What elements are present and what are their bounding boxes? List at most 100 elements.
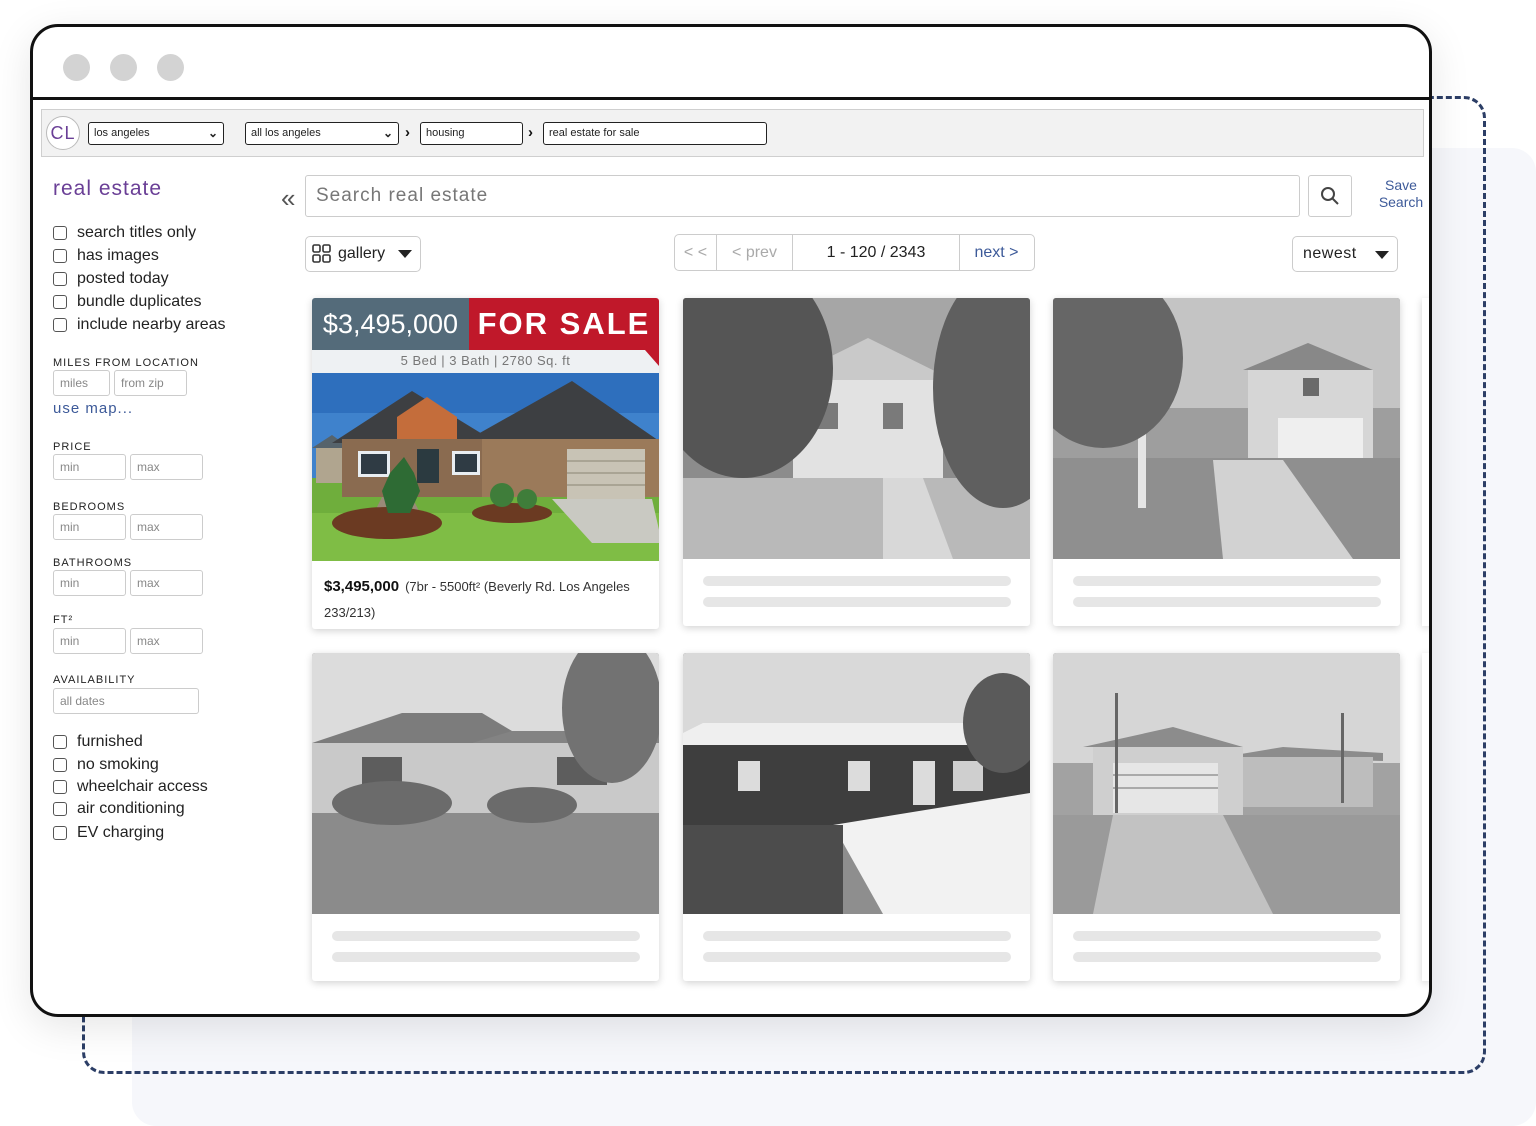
listing-photo[interactable]	[1053, 653, 1400, 914]
checkbox[interactable]	[53, 735, 67, 749]
sqft-label: FT²	[53, 614, 74, 626]
first-page-button[interactable]: < <	[675, 235, 717, 270]
collapse-sidebar-icon[interactable]: «	[281, 183, 295, 214]
city-select[interactable]: los angeles ⌄	[88, 122, 224, 145]
listing-photo[interactable]	[312, 373, 659, 561]
placeholder-line	[1073, 931, 1381, 941]
placeholder-line	[1073, 597, 1381, 607]
grid-icon	[312, 244, 331, 263]
checkbox[interactable]	[53, 802, 67, 816]
chevron-right-icon: ›	[528, 124, 533, 141]
checkbox[interactable]	[53, 272, 67, 286]
listing-photo[interactable]	[1053, 298, 1400, 559]
listing-photo[interactable]	[683, 653, 1030, 914]
listing-caption[interactable]: $3,495,000 (7br - 5500ft² (Beverly Rd. Lo…	[324, 574, 654, 626]
option-bundle-duplicates[interactable]: bundle duplicates	[53, 293, 202, 311]
checkbox[interactable]	[53, 249, 67, 263]
category-crumb[interactable]: housing	[420, 122, 523, 145]
house-photo-image	[1053, 298, 1400, 559]
window-titlebar	[33, 27, 1429, 100]
miles-input[interactable]: miles	[53, 370, 110, 396]
price-min-input[interactable]: min	[53, 454, 126, 480]
area-select[interactable]: all los angeles ⌄	[245, 122, 399, 145]
option-no-smoking[interactable]: no smoking	[53, 756, 159, 774]
price-max-input[interactable]: max	[130, 454, 203, 480]
bathrooms-max-input[interactable]: max	[130, 570, 203, 596]
bathrooms-min-input[interactable]: min	[53, 570, 126, 596]
ribbon-tab	[631, 350, 659, 366]
placeholder-line	[703, 576, 1011, 586]
listing-photo[interactable]	[683, 298, 1030, 559]
listing-card[interactable]	[683, 298, 1030, 626]
listing-card[interactable]	[1053, 653, 1400, 981]
sort-select[interactable]: newest	[1292, 236, 1398, 272]
placeholder-line	[332, 931, 640, 941]
window-dot-minimize[interactable]	[110, 54, 137, 81]
sqft-min-input[interactable]: min	[53, 628, 126, 654]
save-search-button[interactable]: Save Search	[1371, 177, 1429, 211]
caret-down-icon	[1375, 251, 1389, 259]
bedrooms-min-input[interactable]: min	[53, 514, 126, 540]
listing-photo[interactable]	[312, 653, 659, 914]
listing-card-peek[interactable]	[1422, 653, 1429, 981]
chevron-right-icon: ›	[405, 124, 410, 141]
placeholder-line	[703, 931, 1011, 941]
caret-down-icon	[398, 250, 412, 258]
browser-window: CL los angeles ⌄ all los angeles ⌄ › housi…	[30, 24, 1432, 1017]
banner-price: $3,495,000	[312, 298, 469, 350]
listing-banner: $3,495,000 FOR SALE	[312, 298, 659, 350]
window-dot-maximize[interactable]	[157, 54, 184, 81]
search-input[interactable]: Search real estate	[305, 175, 1300, 217]
checkbox[interactable]	[53, 226, 67, 240]
placeholder-line	[703, 952, 1011, 962]
placeholder-line	[332, 952, 640, 962]
zip-input[interactable]: from zip	[114, 370, 187, 396]
listing-card-peek[interactable]	[1422, 298, 1429, 626]
bedrooms-max-input[interactable]: max	[130, 514, 203, 540]
checkbox[interactable]	[53, 780, 67, 794]
listing-card[interactable]	[683, 653, 1030, 981]
sidebar-title: real estate	[53, 177, 163, 200]
house-photo-image	[683, 653, 1030, 914]
view-mode-select[interactable]: gallery	[305, 236, 421, 272]
use-map-link[interactable]: use map...	[53, 400, 133, 417]
house-photo-image	[312, 653, 659, 914]
listing-card-featured[interactable]: $3,495,000 FOR SALE 5 Bed | 3 Bath | 278…	[312, 298, 659, 629]
checkbox[interactable]	[53, 295, 67, 309]
checkbox[interactable]	[53, 826, 67, 840]
prev-page-button[interactable]: < prev	[717, 235, 793, 270]
option-nearby-areas[interactable]: include nearby areas	[53, 316, 226, 334]
option-has-images[interactable]: has images	[53, 247, 159, 265]
site-logo[interactable]: CL	[46, 116, 80, 150]
chevron-down-icon: ⌄	[207, 126, 218, 140]
house-photo-image	[312, 373, 659, 561]
listing-card[interactable]	[312, 653, 659, 981]
checkbox[interactable]	[53, 318, 67, 332]
option-ev-charging[interactable]: EV charging	[53, 824, 164, 842]
sqft-max-input[interactable]: max	[130, 628, 203, 654]
option-furnished[interactable]: furnished	[53, 733, 143, 751]
for-sale-badge: FOR SALE	[469, 298, 659, 350]
placeholder-line	[703, 597, 1011, 607]
option-posted-today[interactable]: posted today	[53, 270, 169, 288]
option-search-titles[interactable]: search titles only	[53, 224, 196, 242]
placeholder-line	[1073, 952, 1381, 962]
bathrooms-label: BATHROOMS	[53, 557, 133, 569]
option-air-conditioning[interactable]: air conditioning	[53, 800, 185, 818]
next-page-button[interactable]: next >	[960, 235, 1033, 270]
page-range: 1 - 120 / 2343	[793, 235, 960, 270]
house-photo-image	[1053, 653, 1400, 914]
window-dot-close[interactable]	[63, 54, 90, 81]
availability-select[interactable]: all dates	[53, 688, 199, 714]
option-wheelchair[interactable]: wheelchair access	[53, 778, 208, 796]
subcategory-crumb[interactable]: real estate for sale	[543, 122, 767, 145]
search-icon	[1321, 187, 1339, 205]
placeholder-line	[1073, 576, 1381, 586]
price-label: PRICE	[53, 441, 92, 453]
search-button[interactable]	[1308, 175, 1352, 217]
listing-card[interactable]	[1053, 298, 1400, 626]
breadcrumb: CL los angeles ⌄ all los angeles ⌄ › housi…	[41, 109, 1424, 157]
availability-label: AVAILABILITY	[53, 674, 136, 686]
house-photo-image	[683, 298, 1030, 559]
checkbox[interactable]	[53, 758, 67, 772]
